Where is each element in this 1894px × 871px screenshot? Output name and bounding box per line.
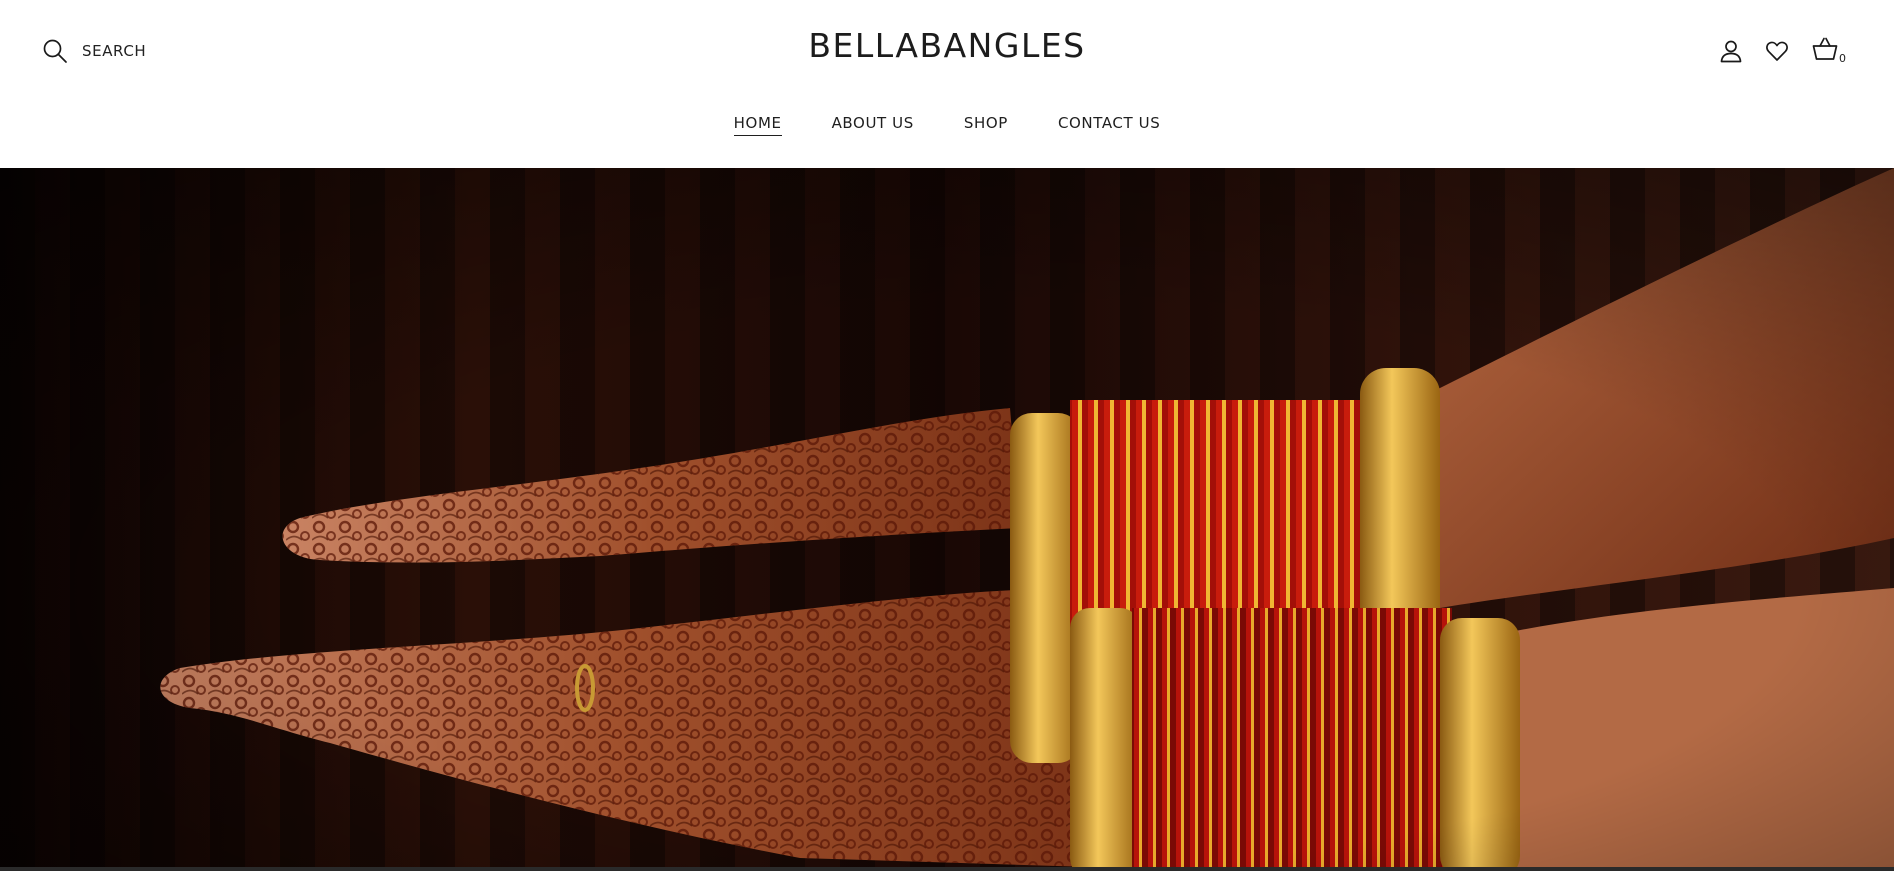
hero-banner <box>0 168 1894 867</box>
page-bottom-edge <box>0 867 1894 871</box>
site-logo[interactable]: BELLABANGLES <box>0 26 1894 65</box>
logo-text: BELLABANGLES <box>808 26 1086 65</box>
cart-count: 0 <box>1839 52 1846 65</box>
header-actions: 0 <box>1698 36 1846 66</box>
nav-item-contact-us[interactable]: CONTACT US <box>1058 114 1160 136</box>
user-icon[interactable] <box>1718 38 1744 64</box>
heart-icon[interactable] <box>1764 38 1790 64</box>
nav-item-about-us[interactable]: ABOUT US <box>832 114 914 136</box>
nav-item-shop[interactable]: SHOP <box>964 114 1008 136</box>
main-nav: HOME ABOUT US SHOP CONTACT US <box>0 114 1894 136</box>
nav-item-home[interactable]: HOME <box>733 114 782 136</box>
site-header: SEARCH BELLABANGLES 0 HOME ABOUT US SHOP… <box>0 0 1894 168</box>
hero-image <box>0 168 1894 867</box>
basket-icon <box>1812 36 1838 66</box>
cart-button[interactable]: 0 <box>1812 36 1846 66</box>
